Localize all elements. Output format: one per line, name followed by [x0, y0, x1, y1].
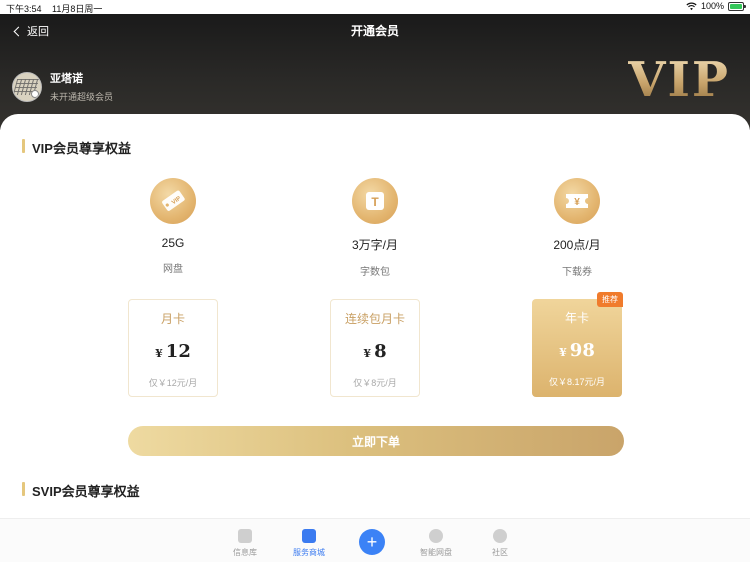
benefit-label: 下载券	[562, 267, 592, 278]
membership-status: 未开通超级会员	[50, 92, 114, 102]
benefit-storage: VIP 25G 网盘	[113, 178, 233, 275]
benefit-value: 25G	[161, 236, 185, 250]
plan-name: 年卡	[564, 311, 589, 325]
tab-library[interactable]: 信息库	[215, 529, 275, 558]
status-bar: 下午3:54 11月8日周一 100%	[0, 0, 750, 14]
avatar	[12, 71, 42, 102]
plan-price: ¥8	[363, 341, 387, 362]
battery-icon	[728, 1, 746, 11]
library-icon	[238, 529, 252, 543]
vip-section-title: VIP会员尊享权益	[22, 138, 131, 157]
benefit-value: 3万字/月	[351, 238, 398, 252]
svg-text:¥: ¥	[574, 197, 580, 208]
plan-note: 仅￥8.17元/月	[548, 377, 606, 387]
svip-section-title: SVIP会员尊享权益	[22, 481, 140, 500]
plan-price: ¥12	[155, 341, 191, 362]
vip-tag-icon: VIP	[150, 178, 196, 224]
tab-label: 信息库	[233, 548, 257, 557]
plan-monthly[interactable]: 月卡 ¥12 仅￥12元/月	[128, 299, 218, 397]
text-t-icon: T	[352, 178, 398, 224]
user-name: 亚塔诺	[50, 73, 83, 85]
benefit-label: 字数包	[360, 267, 390, 278]
plan-note: 仅￥8元/月	[353, 378, 397, 388]
tab-cloud-drive[interactable]: 智能网盘	[406, 529, 466, 558]
cloud-icon	[429, 529, 443, 543]
ticket-yen-icon: ¥	[554, 178, 600, 224]
benefit-download-coupon: ¥ 200点/月 下载券	[517, 178, 637, 278]
member-header: 返回 开通会员 亚塔诺 未开通超级会员 VIP	[0, 14, 750, 130]
svg-text:T: T	[371, 195, 379, 209]
battery-percent: 100%	[700, 1, 724, 11]
plan-auto-renew-monthly[interactable]: 连续包月卡 ¥8 仅￥8元/月	[330, 299, 420, 397]
wifi-icon	[686, 2, 697, 10]
page-title: 开通会员	[350, 24, 399, 38]
recommended-badge: 推荐	[597, 292, 623, 307]
add-button[interactable]: +	[359, 529, 385, 555]
plan-price: ¥98	[559, 340, 595, 361]
benefit-value: 200点/月	[553, 238, 601, 252]
benefit-word-count: T 3万字/月 字数包	[315, 178, 435, 278]
nav-bar: 返回 开通会员	[0, 14, 750, 46]
store-icon	[302, 529, 316, 543]
vip-badge-graphic: VIP	[628, 52, 730, 108]
tab-bar: 信息库 服务商城 + 智能网盘 社区	[0, 518, 750, 562]
plan-annual[interactable]: 推荐 年卡 ¥98 仅￥8.17元/月	[532, 292, 623, 397]
benefit-label: 网盘	[163, 264, 183, 275]
tab-label: 服务商城	[293, 548, 325, 557]
tab-label: 社区	[492, 548, 508, 557]
tab-label: 智能网盘	[420, 548, 452, 557]
status-time: 下午3:54	[6, 4, 42, 14]
plan-name: 月卡	[160, 312, 185, 326]
status-date: 11月8日周一	[52, 4, 103, 14]
tab-community[interactable]: 社区	[470, 529, 530, 558]
content-card: VIP会员尊享权益 VIP 25G 网盘 T 3万字/月 字数包 ¥ 200点/…	[0, 114, 750, 518]
plan-name: 连续包月卡	[344, 312, 405, 326]
plan-note: 仅￥12元/月	[148, 378, 198, 388]
user-info: 亚塔诺 未开通超级会员	[12, 70, 113, 103]
tab-store[interactable]: 服务商城	[279, 529, 339, 558]
order-now-button[interactable]: 立即下单	[128, 426, 624, 456]
chat-icon	[493, 529, 507, 543]
